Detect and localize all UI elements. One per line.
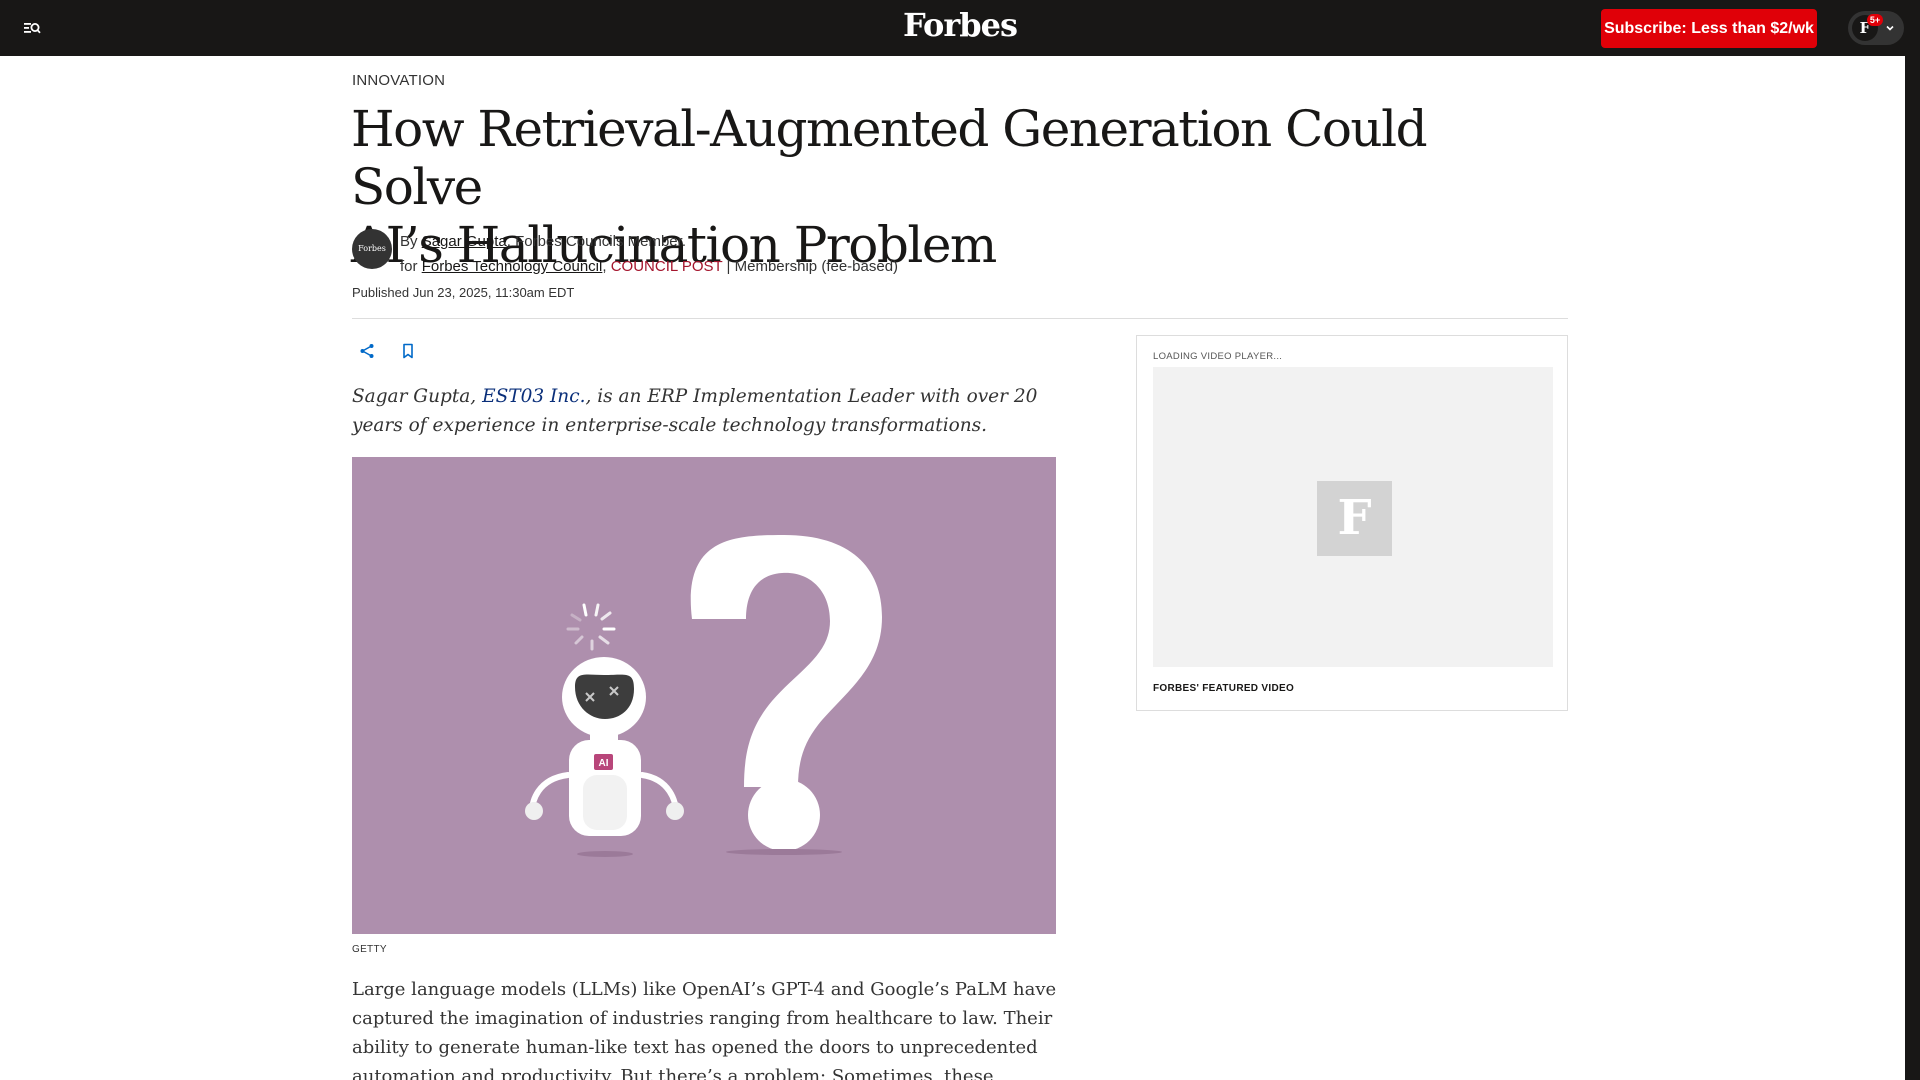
byline-by: By	[400, 233, 418, 250]
page-scrollbar[interactable]	[1905, 56, 1920, 1080]
byline: By Sagar Gupta, Forbes Councils Member. …	[400, 233, 899, 275]
chevron-down-icon	[1886, 25, 1894, 31]
forbes-logo-link[interactable]: Forbes	[903, 6, 1018, 44]
question-mark-icon	[690, 535, 882, 855]
featured-video-card: LOADING VIDEO PLAYER... F FORBES' FEATUR…	[1136, 335, 1568, 711]
top-navigation-bar: Forbes Subscribe: Less than $2/wk F 5+	[0, 0, 1920, 56]
robot-ai-badge: AI	[598, 758, 609, 769]
byline-for: for	[400, 258, 418, 275]
subscribe-button[interactable]: Subscribe: Less than $2/wk	[1601, 9, 1817, 48]
video-player[interactable]: F	[1153, 367, 1553, 667]
council-post-label: COUNCIL POST	[610, 258, 723, 275]
author-avatar[interactable]: Forbes	[352, 229, 392, 269]
bookmark-icon[interactable]	[399, 342, 417, 360]
headline-line-1: How Retrieval-Augmented Generation Could…	[351, 100, 1428, 216]
section-label[interactable]: INNOVATION	[352, 72, 445, 89]
notification-badge: 5+	[1867, 14, 1883, 26]
account-menu[interactable]: F 5+	[1848, 11, 1904, 45]
loading-spinner-icon	[566, 603, 616, 651]
header-divider	[352, 318, 1568, 319]
video-loading-label: LOADING VIDEO PLAYER...	[1153, 351, 1283, 362]
author-intro: Sagar Gupta, EST03 Inc., is an ERP Imple…	[352, 382, 1062, 440]
hero-image: AI	[352, 457, 1056, 934]
company-link[interactable]: EST03 Inc.	[482, 386, 585, 407]
share-icon[interactable]	[358, 342, 376, 360]
article-body-paragraph: Large language models (LLMs) like OpenAI…	[352, 979, 1057, 1080]
video-placeholder-logo: F	[1317, 481, 1392, 556]
council-link[interactable]: Forbes Technology Council	[422, 258, 603, 275]
published-date: Published Jun 23, 2025, 11:30am EDT	[352, 285, 575, 300]
image-credit: GETTY	[352, 944, 387, 955]
author-link[interactable]: Sagar Gupta	[422, 233, 507, 250]
intro-text-start: Sagar Gupta,	[352, 386, 483, 407]
video-title: FORBES' FEATURED VIDEO	[1153, 683, 1295, 694]
menu-search-icon[interactable]	[22, 18, 42, 38]
membership-label: | Membership (fee-based)	[722, 258, 899, 275]
author-role: , Forbes Councils Member.	[506, 233, 686, 250]
